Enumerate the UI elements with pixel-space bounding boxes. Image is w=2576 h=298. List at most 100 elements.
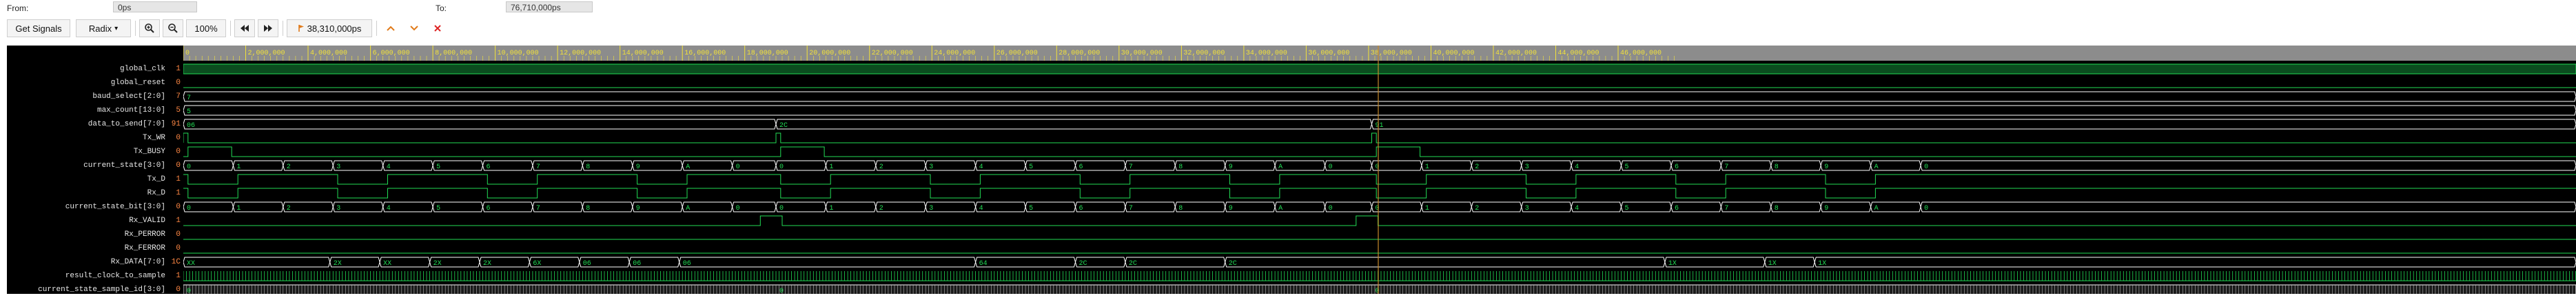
max-count-wave-segment bbox=[183, 105, 2576, 116]
signal-name[interactable]: current_state_bit[3:0] bbox=[0, 202, 165, 212]
rx-data-wave-value: 06 bbox=[583, 260, 591, 268]
signal-value: 0 bbox=[176, 148, 181, 156]
current-state-bit-wave-value: 1 bbox=[829, 205, 833, 212]
current-state-wave-value: A bbox=[1874, 163, 1879, 171]
current-state-bit-wave-value: 6 bbox=[1079, 205, 1083, 212]
current-state-sample-id-wave bbox=[183, 284, 2576, 294]
current-state-wave-value: 0 bbox=[187, 163, 191, 171]
current-state-bit-wave-value: 8 bbox=[1775, 205, 1779, 212]
prev-edge-button[interactable] bbox=[380, 19, 401, 37]
current-state-wave-value: 6 bbox=[487, 163, 491, 171]
result-clock-to-sample-wave bbox=[183, 271, 2576, 281]
signal-name[interactable]: baud_select[2:0] bbox=[0, 92, 165, 101]
signal-value: 0 bbox=[176, 244, 181, 252]
current-state-wave-value: 7 bbox=[1724, 163, 1728, 171]
current-state-bit-wave-value: 2 bbox=[287, 205, 291, 212]
cursor-time[interactable]: 38,310,000ps bbox=[287, 19, 372, 37]
current-state-bit-wave-value: 1 bbox=[1425, 205, 1429, 212]
zoom-level[interactable]: 100% bbox=[186, 19, 226, 37]
ruler-tick-label: 6,000,000 bbox=[373, 50, 410, 57]
remove-signal-button[interactable] bbox=[427, 19, 448, 37]
get-signals-button[interactable]: Get Signals bbox=[7, 19, 70, 37]
next-edge-button[interactable] bbox=[404, 19, 425, 37]
sample-id-value: 0 bbox=[1376, 288, 1380, 294]
signal-value: 1 bbox=[176, 189, 181, 197]
signal-name[interactable]: Tx_BUSY bbox=[0, 147, 165, 157]
signal-name[interactable]: Rx_FERROR bbox=[0, 244, 165, 253]
current-state-wave-value: 3 bbox=[929, 163, 933, 171]
current-state-wave-value: 1 bbox=[1425, 163, 1429, 171]
current-state-wave-segment bbox=[1920, 160, 2576, 171]
current-state-wave-value: 2 bbox=[287, 163, 291, 171]
ruler-tick-label: 12,000,000 bbox=[560, 50, 601, 57]
current-state-bit-wave-value: 6 bbox=[487, 205, 491, 212]
rx-data-wave-segment bbox=[1225, 257, 1666, 268]
tx-busy-wave bbox=[183, 146, 2576, 157]
global-clk-wave bbox=[183, 63, 2576, 74]
current-state-bit-wave-value: 0 bbox=[187, 205, 191, 212]
ruler-tick-label: 8,000,000 bbox=[435, 50, 472, 57]
signal-value: 7 bbox=[176, 92, 181, 101]
rx-data-wave-value: XX bbox=[187, 260, 195, 268]
data-to-send-wave-value: 2C bbox=[779, 122, 788, 130]
data-to-send-wave-segment bbox=[1371, 119, 2576, 130]
rx-data-wave-segment bbox=[679, 257, 977, 268]
current-state-wave-value: 6 bbox=[1675, 163, 1679, 171]
data-to-send-wave-value: 06 bbox=[187, 122, 195, 130]
current-state-bit-wave-value: A bbox=[1874, 205, 1879, 212]
signal-value: 0 bbox=[176, 286, 181, 294]
from-field[interactable]: 0ps bbox=[113, 1, 197, 12]
current-state-wave-value: 6 bbox=[1079, 163, 1083, 171]
rx-data-wave-value: 2C bbox=[1079, 260, 1087, 268]
signal-name[interactable]: data_to_send[7:0] bbox=[0, 119, 165, 129]
current-state-bit-wave-value: 4 bbox=[1575, 205, 1579, 212]
max-count-wave-value: 5 bbox=[187, 108, 191, 116]
current-state-bit-wave-value: 4 bbox=[979, 205, 983, 212]
current-state-bit-wave-value: 8 bbox=[1178, 205, 1183, 212]
toolbar: Get Signals Radix ▾ 100% 38,310,000ps bbox=[7, 19, 448, 37]
rx-data-wave-value: 6X bbox=[533, 260, 541, 268]
current-state-wave-value: 5 bbox=[436, 163, 440, 171]
sample-id-value: 0 bbox=[187, 288, 191, 294]
signal-value: 1 bbox=[176, 272, 181, 280]
rx-data-wave-value: 06 bbox=[633, 260, 641, 268]
current-state-wave-value: 8 bbox=[1178, 163, 1183, 171]
signal-name[interactable]: Rx_VALID bbox=[0, 216, 165, 226]
ruler-tick-label: 0 bbox=[185, 50, 190, 57]
current-state-wave-value: 2 bbox=[879, 163, 883, 171]
current-state-bit-wave-value: 8 bbox=[586, 205, 590, 212]
signal-name[interactable]: result_clock_to_sample bbox=[0, 271, 165, 281]
signal-name[interactable]: global_clk bbox=[0, 64, 165, 74]
close-icon bbox=[434, 25, 441, 32]
zoom-out-button[interactable] bbox=[163, 19, 183, 37]
signal-name[interactable]: current_state_sample_id[3:0] bbox=[0, 285, 165, 295]
signal-name[interactable]: Tx_WR bbox=[0, 133, 165, 143]
zoom-level-value: 100% bbox=[194, 23, 218, 34]
current-state-bit-wave-value: 3 bbox=[336, 205, 340, 212]
waveform-canvas[interactable]: 0 2,000,000 4,000,000 6,000,000 8,000,000 10,… bbox=[183, 46, 2576, 294]
signal-name[interactable]: global_reset bbox=[0, 78, 165, 88]
signal-value: 0 bbox=[176, 134, 181, 142]
current-state-bit-wave-value: 4 bbox=[387, 205, 391, 212]
radix-button[interactable]: Radix ▾ bbox=[76, 19, 131, 37]
current-state-bit-wave-value: 3 bbox=[929, 205, 933, 212]
current-state-wave-value: 8 bbox=[1775, 163, 1779, 171]
toolbar-divider bbox=[376, 21, 377, 36]
signal-name[interactable]: current_state[3:0] bbox=[0, 161, 165, 170]
sample-id-value: 0 bbox=[779, 288, 784, 294]
rx-valid-wave bbox=[183, 215, 2576, 226]
go-to-end-button[interactable] bbox=[258, 19, 278, 37]
signal-name[interactable]: Rx_PERROR bbox=[0, 230, 165, 239]
signal-name[interactable]: Rx_DATA[7:0] bbox=[0, 257, 165, 267]
current-state-wave-value: 5 bbox=[1029, 163, 1033, 171]
to-field[interactable]: 76,710,000ps bbox=[506, 1, 593, 12]
signal-name[interactable]: Rx_D bbox=[0, 188, 165, 198]
signal-name[interactable]: max_count[13:0] bbox=[0, 106, 165, 115]
signal-name[interactable]: Tx_D bbox=[0, 175, 165, 184]
signal-value: 0 bbox=[176, 230, 181, 239]
ruler-tick-label: 30,000,000 bbox=[1121, 50, 1163, 57]
zoom-in-button[interactable] bbox=[139, 19, 160, 37]
rx-data-wave-value: 2C bbox=[1229, 260, 1237, 268]
current-state-bit-wave-value: 6 bbox=[1675, 205, 1679, 212]
go-to-start-button[interactable] bbox=[234, 19, 255, 37]
